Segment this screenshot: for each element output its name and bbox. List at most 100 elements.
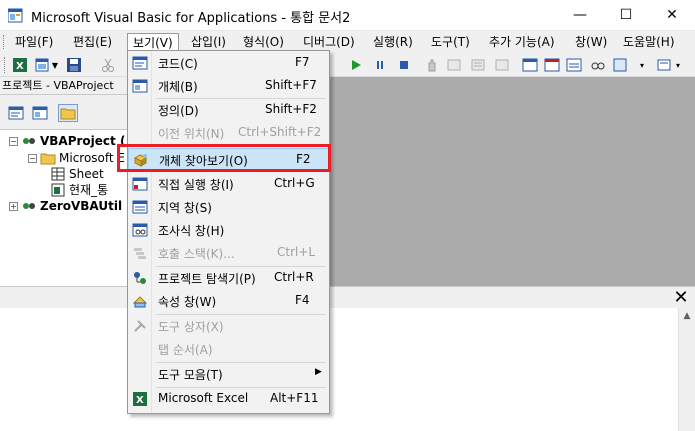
immediate-icon[interactable]	[544, 57, 560, 73]
help-icon[interactable]	[612, 57, 628, 73]
menu-item-label: 호출 스택(K)...	[158, 247, 235, 261]
menu-format[interactable]: 형식(O)	[238, 33, 289, 51]
insert-dropdown-icon[interactable]: ▼	[50, 57, 60, 73]
menu-addins[interactable]: 추가 기능(A)	[484, 33, 560, 51]
title-bar: Microsoft Visual Basic for Applications …	[0, 0, 695, 31]
stop-icon[interactable]	[396, 57, 412, 73]
vertical-scrollbar[interactable]: ▲	[678, 308, 695, 431]
properties-window-icon	[132, 293, 148, 309]
tree-label: 현재_통	[69, 183, 109, 197]
menu-item-label: 개체(B)	[158, 80, 198, 94]
menu-file[interactable]: 파일(F)	[10, 33, 58, 51]
cut-icon[interactable]	[100, 57, 116, 73]
menu-item-tab-order[interactable]: 탭 순서(A)	[128, 338, 329, 360]
menu-window[interactable]: 창(W)	[570, 33, 612, 51]
toolbar-grip[interactable]	[4, 57, 8, 73]
project-explorer-title: 프로젝트 - VBAProject	[0, 77, 127, 95]
menu-item-definition[interactable]: 정의(D) Shift+F2	[128, 99, 329, 121]
toolbox-icon[interactable]	[522, 57, 538, 73]
tree-row[interactable]: − Microsoft E	[28, 150, 125, 166]
menu-item-label: 프로젝트 탐색기(P)	[158, 272, 256, 286]
menu-item-project-explorer[interactable]: 프로젝트 탐색기(P) Ctrl+R	[128, 267, 329, 289]
menu-item-microsoft-excel[interactable]: X Microsoft Excel Alt+F11	[128, 388, 329, 410]
menu-item-label: 직접 실행 창(I)	[158, 178, 234, 192]
tree-label: Sheet	[69, 167, 104, 181]
properties-panel-header: ✕	[0, 286, 695, 308]
menu-item-label: Microsoft Excel	[158, 391, 249, 405]
excel-icon[interactable]: X	[12, 57, 28, 73]
immediate-window-icon	[132, 176, 148, 192]
project-tree: − VBAProject ( − Microsoft E Sheet 현재_통 …	[0, 129, 127, 286]
maximize-button[interactable]: ☐	[603, 0, 649, 30]
menu-help[interactable]: 도움말(H)	[618, 33, 680, 51]
panel-close-icon[interactable]: ✕	[672, 289, 690, 307]
locals-window-icon	[132, 199, 148, 215]
tree-label: VBAProject (	[40, 134, 126, 148]
menu-item-call-stack[interactable]: 호출 스택(K)... Ctrl+L	[128, 242, 329, 264]
menu-item-watch-window[interactable]: 조사식 창(H)	[128, 219, 329, 241]
menu-item-code[interactable]: 코드(C) F7	[128, 52, 329, 74]
menu-debug[interactable]: 디버그(D)	[298, 33, 360, 51]
scroll-up-icon[interactable]: ▲	[679, 308, 695, 324]
menu-item-properties-window[interactable]: 속성 창(W) F4	[128, 290, 329, 312]
collapse-icon[interactable]: −	[9, 136, 18, 146]
vba-app-icon	[7, 8, 23, 23]
svg-text:X: X	[16, 61, 24, 72]
close-button[interactable]: ✕	[649, 0, 695, 30]
tree-label: ZeroVBAUtil	[40, 199, 123, 213]
menu-insert[interactable]: 삽입(I)	[186, 33, 231, 51]
menu-run[interactable]: 실행(R)	[368, 33, 418, 51]
menu-item-shortcut: F4	[295, 293, 310, 307]
toggle-folders-icon[interactable]	[58, 104, 78, 122]
tree-row[interactable]: 현재_통	[50, 182, 108, 198]
menubar-grip[interactable]	[3, 35, 6, 49]
window-title: Microsoft Visual Basic for Applications …	[31, 11, 351, 26]
pause-icon[interactable]	[372, 57, 388, 73]
minimize-button[interactable]: —	[557, 0, 603, 30]
menu-item-toolbars[interactable]: 도구 모음(T) ▶	[128, 363, 329, 385]
tree-label: Microsoft E	[59, 151, 126, 165]
menu-item-object[interactable]: 개체(B) Shift+F7	[128, 75, 329, 97]
svg-text:X: X	[136, 395, 144, 406]
toolbar-overflow-icon[interactable]: ▾	[638, 57, 646, 73]
tree-row[interactable]: + ZeroVBAUtil	[9, 198, 122, 214]
save-icon[interactable]	[66, 57, 82, 73]
menu-item-shortcut: Ctrl+Shift+F2	[238, 125, 322, 139]
properties-icon[interactable]	[470, 57, 486, 73]
project-explorer-toolbar	[0, 95, 127, 129]
menu-item-label: 조사식 창(H)	[158, 224, 225, 238]
view-object-icon[interactable]	[30, 104, 50, 122]
menu-item-shortcut: Shift+F2	[265, 102, 317, 116]
object-browser-tb-icon[interactable]	[494, 57, 510, 73]
design-mode-icon[interactable]	[424, 57, 440, 73]
project-explorer-icon[interactable]	[446, 57, 462, 73]
watch-icon[interactable]	[590, 57, 606, 73]
expand-icon[interactable]: +	[9, 201, 18, 211]
menu-item-last-position[interactable]: 이전 위치(N) Ctrl+Shift+F2	[128, 122, 329, 144]
menu-item-immediate-window[interactable]: 직접 실행 창(I) Ctrl+G	[128, 173, 329, 195]
menu-item-locals-window[interactable]: 지역 창(S)	[128, 196, 329, 218]
collapse-icon[interactable]: −	[28, 153, 37, 163]
vba-project-icon	[21, 199, 37, 213]
vba-project-icon	[21, 134, 37, 148]
menu-item-toolbox[interactable]: 도구 상자(X)	[128, 315, 329, 337]
view-code-icon[interactable]	[6, 104, 26, 122]
tree-row[interactable]: − VBAProject (	[9, 133, 125, 149]
menu-edit[interactable]: 편집(E)	[68, 33, 117, 51]
locals-icon[interactable]	[566, 57, 582, 73]
workbook-icon	[50, 183, 66, 197]
menu-item-label: 탭 순서(A)	[158, 343, 213, 357]
folder-icon	[40, 151, 56, 165]
second-toolbar-overflow-icon[interactable]: ▾	[674, 57, 682, 73]
menu-item-label: 정의(D)	[158, 104, 199, 118]
excel-menu-icon: X	[132, 391, 148, 407]
insert-module-icon[interactable]	[34, 57, 50, 73]
second-toolbar-icon[interactable]	[656, 57, 672, 73]
menu-bar: 파일(F) 편집(E) 보기(V) 삽입(I) 형식(O) 디버그(D) 실행(…	[0, 31, 695, 53]
menu-item-shortcut: Shift+F7	[265, 78, 317, 92]
menu-tools[interactable]: 도구(T)	[426, 33, 475, 51]
menu-item-shortcut: Ctrl+L	[277, 245, 316, 259]
run-icon[interactable]	[348, 57, 364, 73]
call-stack-icon	[132, 245, 148, 261]
tree-row[interactable]: Sheet	[50, 166, 104, 182]
